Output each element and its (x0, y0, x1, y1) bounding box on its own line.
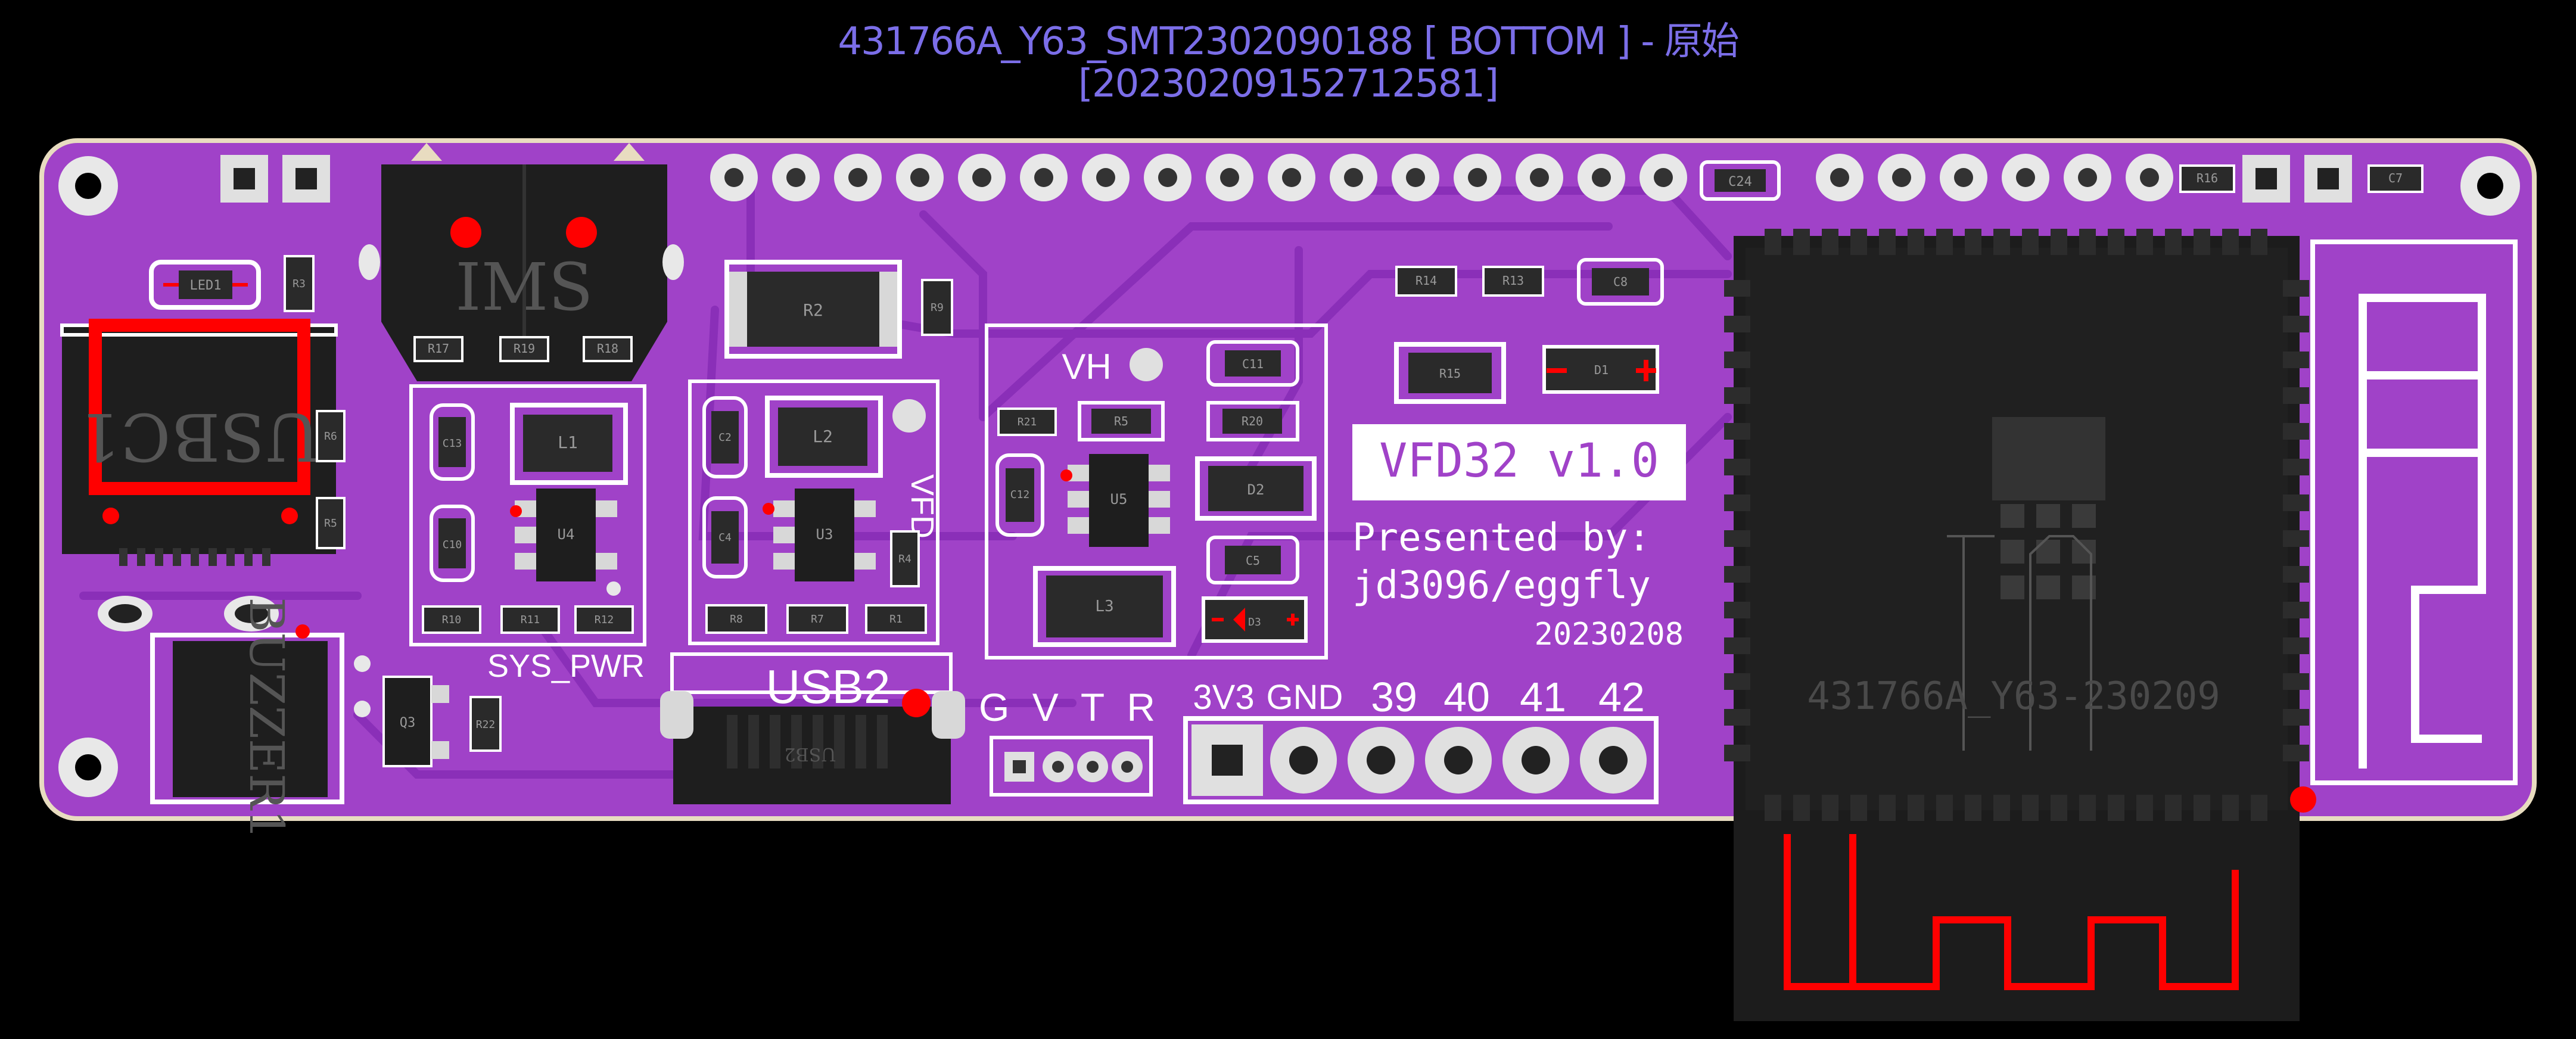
r11-label: R11 (521, 614, 540, 626)
u3-label: U3 (816, 526, 833, 543)
r14-label: R14 (1415, 273, 1437, 288)
r17-label: R17 (428, 341, 449, 356)
c10-label: C10 (443, 539, 462, 551)
c2-label: C2 (718, 431, 732, 444)
author-label: jd3096/eggfly (1352, 564, 1651, 608)
pin-label-42: 42 (1598, 674, 1645, 720)
usb-c-connector-usbc1: USBC1 (60, 319, 338, 566)
usb2-label: USB2 (766, 660, 891, 713)
r2-label: R2 (803, 300, 823, 320)
r3-label: R3 (293, 278, 306, 290)
pin-label-3v3: 3V3 (1193, 678, 1254, 717)
resistor-r3: R3 (284, 255, 315, 312)
c7-label: C7 (2388, 171, 2403, 185)
r5b-label: R5 (324, 517, 337, 530)
r9-label: R9 (931, 301, 944, 314)
ims-resistors: R17 R19 R18 (413, 336, 633, 362)
r22-label: R22 (476, 718, 496, 731)
r13-label: R13 (1502, 273, 1524, 288)
led1-label: LED1 (190, 278, 222, 293)
vh-label: VH (1062, 347, 1111, 387)
u4-label: U4 (558, 526, 575, 543)
vfd32-title: VFD32 v1.0 (1379, 434, 1659, 488)
date-label: 20230208 (1535, 617, 1684, 652)
resistor-r9: R9 (921, 279, 953, 336)
capacitor-c7: C7 (2367, 164, 2423, 193)
r5-label: R5 (1114, 414, 1128, 428)
pin-label-gnd: GND (1267, 678, 1343, 717)
c5-label: C5 (1246, 553, 1260, 568)
pin-label-40: 40 (1443, 674, 1490, 720)
gvtr-label: G V T R (979, 685, 1161, 729)
resistor-r22: R22 (469, 696, 502, 752)
c4-label: C4 (718, 531, 732, 544)
d3-label: D3 (1248, 616, 1261, 629)
sys-pwr-label: SYS_PWR (487, 648, 645, 684)
r1-label: R1 (889, 613, 903, 626)
c8-label: C8 (1613, 275, 1628, 289)
l1-label: L1 (558, 433, 578, 452)
r7-label: R7 (811, 613, 824, 626)
r6-label: R6 (324, 430, 337, 443)
d2-label: D2 (1247, 481, 1265, 498)
r18-label: R18 (597, 341, 618, 356)
usb2-part-label: USB2 (785, 744, 836, 764)
r10-label: R10 (442, 614, 462, 626)
pcb-view[interactable]: C24 R16 C7 IMS R17 R19 R18 LED1 R3 USBC1… (0, 0, 2576, 1039)
vfd-label: VFD (904, 474, 940, 539)
pin-label-41: 41 (1520, 674, 1566, 720)
presented-by-label: Presented by: (1352, 516, 1651, 560)
pin-label-39: 39 (1371, 674, 1417, 720)
d1-label: D1 (1594, 363, 1609, 377)
c13-label: C13 (443, 437, 462, 450)
r8-label: R8 (730, 613, 743, 626)
l3-label: L3 (1095, 598, 1113, 615)
usbc1-label: USBC1 (79, 399, 320, 475)
r12-label: R12 (595, 614, 614, 626)
c24-label: C24 (1728, 175, 1752, 189)
q3-label: Q3 (400, 716, 416, 730)
r21-label: R21 (1018, 416, 1037, 428)
c11-label: C11 (1242, 357, 1264, 371)
module-marking: 431766A_Y63-230209 (1807, 674, 2220, 718)
ims-label: IMS (455, 249, 593, 325)
r4-label: R4 (898, 553, 911, 565)
r16-label: R16 (2197, 171, 2218, 185)
r15-label: R15 (1439, 366, 1461, 381)
buzzer-label: BUZZER1 (239, 598, 294, 840)
resistor-r16: R16 (2179, 164, 2235, 193)
l2-label: L2 (813, 427, 833, 446)
u5-label: U5 (1110, 491, 1128, 508)
r19-label: R19 (514, 341, 535, 356)
esp32-module: 431766A_Y63-230209 (1724, 229, 2316, 1021)
r20-label: R20 (1242, 414, 1263, 428)
resistor-r2: R2 (724, 260, 902, 359)
c12-label: C12 (1010, 489, 1030, 501)
